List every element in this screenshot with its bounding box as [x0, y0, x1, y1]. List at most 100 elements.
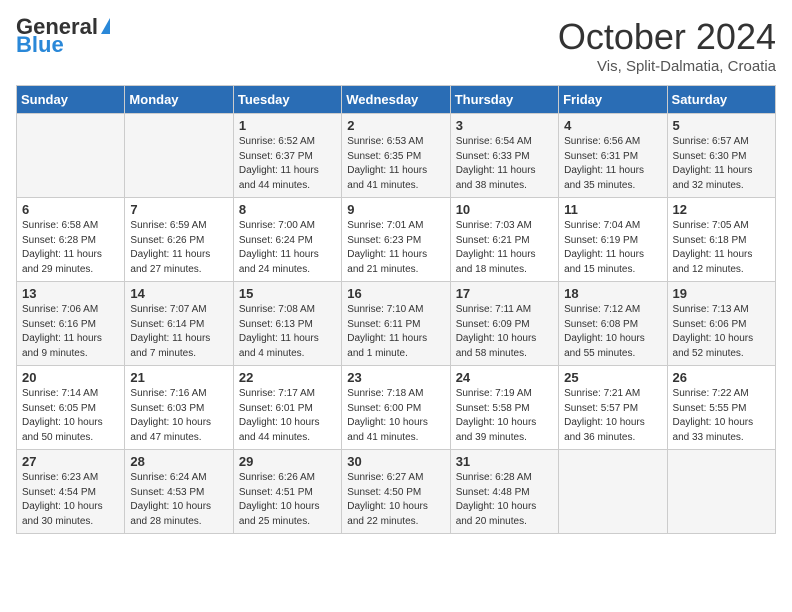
day-detail: Sunrise: 7:11 AMSunset: 6:09 PMDaylight:… [456, 303, 553, 361]
day-number: 26 [673, 370, 770, 385]
calendar-cell [559, 450, 667, 534]
day-number: 27 [22, 454, 119, 469]
day-detail: Sunrise: 7:18 AMSunset: 6:00 PMDaylight:… [347, 387, 444, 445]
weekday-header: Saturday [667, 86, 775, 114]
calendar-cell: 30 Sunrise: 6:27 AMSunset: 4:50 PMDaylig… [342, 450, 450, 534]
day-number: 12 [673, 202, 770, 217]
day-number: 9 [347, 202, 444, 217]
calendar-cell: 14 Sunrise: 7:07 AMSunset: 6:14 PMDaylig… [125, 282, 233, 366]
day-number: 8 [239, 202, 336, 217]
calendar-cell: 8 Sunrise: 7:00 AMSunset: 6:24 PMDayligh… [233, 198, 341, 282]
day-number: 14 [130, 286, 227, 301]
calendar-cell [17, 114, 125, 198]
day-detail: Sunrise: 6:58 AMSunset: 6:28 PMDaylight:… [22, 219, 119, 277]
day-detail: Sunrise: 6:23 AMSunset: 4:54 PMDaylight:… [22, 471, 119, 529]
day-number: 28 [130, 454, 227, 469]
day-detail: Sunrise: 6:53 AMSunset: 6:35 PMDaylight:… [347, 135, 444, 193]
day-number: 13 [22, 286, 119, 301]
calendar-cell: 29 Sunrise: 6:26 AMSunset: 4:51 PMDaylig… [233, 450, 341, 534]
calendar-cell: 2 Sunrise: 6:53 AMSunset: 6:35 PMDayligh… [342, 114, 450, 198]
month-title: October 2024 [558, 16, 776, 58]
day-number: 15 [239, 286, 336, 301]
day-number: 25 [564, 370, 661, 385]
calendar-week-row: 6 Sunrise: 6:58 AMSunset: 6:28 PMDayligh… [17, 198, 776, 282]
day-detail: Sunrise: 7:07 AMSunset: 6:14 PMDaylight:… [130, 303, 227, 361]
day-number: 3 [456, 118, 553, 133]
day-number: 7 [130, 202, 227, 217]
day-detail: Sunrise: 7:21 AMSunset: 5:57 PMDaylight:… [564, 387, 661, 445]
calendar-cell: 15 Sunrise: 7:08 AMSunset: 6:13 PMDaylig… [233, 282, 341, 366]
day-detail: Sunrise: 6:26 AMSunset: 4:51 PMDaylight:… [239, 471, 336, 529]
calendar-cell: 10 Sunrise: 7:03 AMSunset: 6:21 PMDaylig… [450, 198, 558, 282]
day-detail: Sunrise: 6:28 AMSunset: 4:48 PMDaylight:… [456, 471, 553, 529]
calendar-cell: 9 Sunrise: 7:01 AMSunset: 6:23 PMDayligh… [342, 198, 450, 282]
day-number: 21 [130, 370, 227, 385]
calendar-cell: 24 Sunrise: 7:19 AMSunset: 5:58 PMDaylig… [450, 366, 558, 450]
page-header: General Blue October 2024 Vis, Split-Dal… [16, 16, 776, 75]
calendar-week-row: 13 Sunrise: 7:06 AMSunset: 6:16 PMDaylig… [17, 282, 776, 366]
day-detail: Sunrise: 7:14 AMSunset: 6:05 PMDaylight:… [22, 387, 119, 445]
day-number: 4 [564, 118, 661, 133]
day-detail: Sunrise: 7:19 AMSunset: 5:58 PMDaylight:… [456, 387, 553, 445]
calendar-cell: 11 Sunrise: 7:04 AMSunset: 6:19 PMDaylig… [559, 198, 667, 282]
day-number: 30 [347, 454, 444, 469]
calendar-table: SundayMondayTuesdayWednesdayThursdayFrid… [16, 85, 776, 534]
day-number: 22 [239, 370, 336, 385]
calendar-cell: 5 Sunrise: 6:57 AMSunset: 6:30 PMDayligh… [667, 114, 775, 198]
calendar-cell: 16 Sunrise: 7:10 AMSunset: 6:11 PMDaylig… [342, 282, 450, 366]
calendar-cell: 6 Sunrise: 6:58 AMSunset: 6:28 PMDayligh… [17, 198, 125, 282]
calendar-cell: 28 Sunrise: 6:24 AMSunset: 4:53 PMDaylig… [125, 450, 233, 534]
weekday-header: Friday [559, 86, 667, 114]
weekday-header: Monday [125, 86, 233, 114]
calendar-cell: 26 Sunrise: 7:22 AMSunset: 5:55 PMDaylig… [667, 366, 775, 450]
day-number: 2 [347, 118, 444, 133]
calendar-cell [667, 450, 775, 534]
day-detail: Sunrise: 7:01 AMSunset: 6:23 PMDaylight:… [347, 219, 444, 277]
day-detail: Sunrise: 6:56 AMSunset: 6:31 PMDaylight:… [564, 135, 661, 193]
day-detail: Sunrise: 7:17 AMSunset: 6:01 PMDaylight:… [239, 387, 336, 445]
day-detail: Sunrise: 7:12 AMSunset: 6:08 PMDaylight:… [564, 303, 661, 361]
day-number: 17 [456, 286, 553, 301]
calendar-cell: 25 Sunrise: 7:21 AMSunset: 5:57 PMDaylig… [559, 366, 667, 450]
calendar-cell: 18 Sunrise: 7:12 AMSunset: 6:08 PMDaylig… [559, 282, 667, 366]
logo-triangle-icon [101, 18, 110, 34]
day-number: 5 [673, 118, 770, 133]
day-detail: Sunrise: 6:52 AMSunset: 6:37 PMDaylight:… [239, 135, 336, 193]
day-number: 20 [22, 370, 119, 385]
calendar-cell: 3 Sunrise: 6:54 AMSunset: 6:33 PMDayligh… [450, 114, 558, 198]
calendar-cell: 12 Sunrise: 7:05 AMSunset: 6:18 PMDaylig… [667, 198, 775, 282]
day-number: 31 [456, 454, 553, 469]
calendar-cell: 4 Sunrise: 6:56 AMSunset: 6:31 PMDayligh… [559, 114, 667, 198]
day-detail: Sunrise: 7:04 AMSunset: 6:19 PMDaylight:… [564, 219, 661, 277]
calendar-cell: 21 Sunrise: 7:16 AMSunset: 6:03 PMDaylig… [125, 366, 233, 450]
calendar-cell: 7 Sunrise: 6:59 AMSunset: 6:26 PMDayligh… [125, 198, 233, 282]
day-detail: Sunrise: 7:13 AMSunset: 6:06 PMDaylight:… [673, 303, 770, 361]
logo: General Blue [16, 16, 110, 56]
day-detail: Sunrise: 6:24 AMSunset: 4:53 PMDaylight:… [130, 471, 227, 529]
day-number: 29 [239, 454, 336, 469]
location-text: Vis, Split-Dalmatia, Croatia [558, 58, 776, 75]
logo-blue-text: Blue [16, 34, 110, 56]
day-detail: Sunrise: 7:08 AMSunset: 6:13 PMDaylight:… [239, 303, 336, 361]
title-area: October 2024 Vis, Split-Dalmatia, Croati… [558, 16, 776, 75]
day-number: 6 [22, 202, 119, 217]
day-detail: Sunrise: 7:05 AMSunset: 6:18 PMDaylight:… [673, 219, 770, 277]
day-detail: Sunrise: 7:00 AMSunset: 6:24 PMDaylight:… [239, 219, 336, 277]
calendar-cell: 22 Sunrise: 7:17 AMSunset: 6:01 PMDaylig… [233, 366, 341, 450]
day-number: 1 [239, 118, 336, 133]
day-detail: Sunrise: 7:10 AMSunset: 6:11 PMDaylight:… [347, 303, 444, 361]
weekday-header: Wednesday [342, 86, 450, 114]
day-number: 19 [673, 286, 770, 301]
weekday-header-row: SundayMondayTuesdayWednesdayThursdayFrid… [17, 86, 776, 114]
weekday-header: Thursday [450, 86, 558, 114]
day-detail: Sunrise: 7:03 AMSunset: 6:21 PMDaylight:… [456, 219, 553, 277]
calendar-cell: 20 Sunrise: 7:14 AMSunset: 6:05 PMDaylig… [17, 366, 125, 450]
day-detail: Sunrise: 6:54 AMSunset: 6:33 PMDaylight:… [456, 135, 553, 193]
day-detail: Sunrise: 7:22 AMSunset: 5:55 PMDaylight:… [673, 387, 770, 445]
day-number: 11 [564, 202, 661, 217]
calendar-cell: 19 Sunrise: 7:13 AMSunset: 6:06 PMDaylig… [667, 282, 775, 366]
weekday-header: Tuesday [233, 86, 341, 114]
weekday-header: Sunday [17, 86, 125, 114]
calendar-cell: 1 Sunrise: 6:52 AMSunset: 6:37 PMDayligh… [233, 114, 341, 198]
calendar-cell: 27 Sunrise: 6:23 AMSunset: 4:54 PMDaylig… [17, 450, 125, 534]
